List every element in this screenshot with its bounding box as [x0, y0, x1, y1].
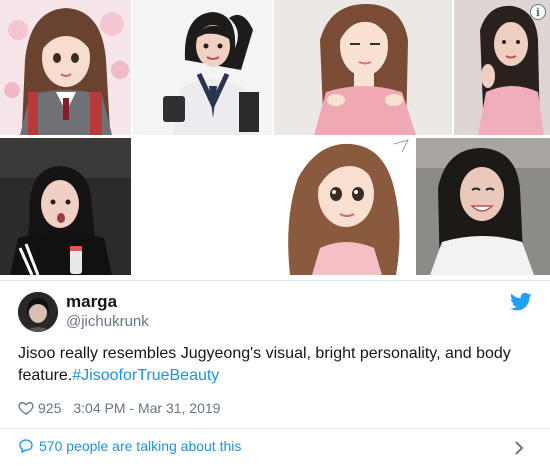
avatar[interactable]	[18, 292, 58, 332]
talking-about-link[interactable]: 570 people are talking about this	[18, 438, 241, 454]
hashtag-link[interactable]: #JisooforTrueBeauty	[72, 367, 219, 384]
media-divider	[0, 280, 550, 281]
media-photo-5[interactable]	[0, 138, 131, 275]
media-photo-7[interactable]	[416, 138, 550, 275]
chevron-right-icon[interactable]	[514, 440, 524, 456]
media-grid: i	[0, 0, 550, 278]
media-photo-2[interactable]	[133, 0, 272, 135]
talking-about-text: 570 people are talking about this	[39, 438, 242, 454]
footer-divider	[0, 428, 550, 429]
media-photo-3[interactable]	[274, 0, 452, 135]
tweet-meta: 925 3:04 PM - Mar 31, 2019	[18, 398, 220, 418]
speech-bubble-icon	[19, 439, 33, 454]
media-photo-4[interactable]: i	[454, 0, 550, 135]
timestamp[interactable]: 3:04 PM - Mar 31, 2019	[73, 400, 220, 416]
like-count[interactable]: 925	[38, 400, 61, 416]
media-photo-6[interactable]	[274, 138, 414, 275]
author-handle[interactable]: @jichukrunk	[66, 313, 149, 330]
tweet-text: Jisoo really resembles Jugyeong's visual…	[18, 343, 538, 387]
twitter-bird-icon[interactable]	[510, 292, 532, 312]
heart-icon[interactable]	[18, 400, 34, 416]
media-photo-1[interactable]	[0, 0, 131, 135]
info-icon[interactable]: i	[530, 4, 546, 20]
author-display-name[interactable]: marga	[66, 292, 117, 312]
media-photo-blank	[133, 138, 272, 275]
